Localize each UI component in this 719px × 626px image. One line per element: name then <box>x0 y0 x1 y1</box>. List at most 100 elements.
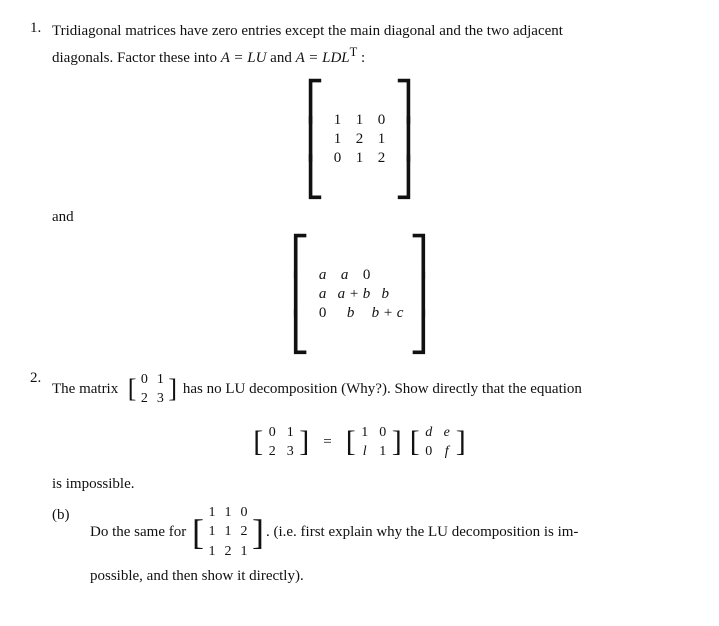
matrix-1-row-2: 0 1 2 <box>327 149 393 168</box>
m2-r2-c1: b <box>334 304 368 323</box>
m1-r0-c1: 1 <box>349 111 371 130</box>
problem-2-text: The matrix [ 0 1 2 3 ] has no LU decompo… <box>52 370 582 409</box>
part-b-line2: possible, and then show it directly). <box>90 564 689 588</box>
matrix-1-row-1: 1 2 1 <box>327 130 393 149</box>
problem-1-colon: : <box>357 50 365 66</box>
partb-r1c1: 1 <box>220 522 236 542</box>
inline-m2-r1c0: 2 <box>136 389 152 409</box>
m2-r1-c0: a <box>312 285 334 304</box>
partb-bracket-right: ] <box>252 514 264 550</box>
partb-r2c0: 1 <box>204 542 220 562</box>
partb-row2: 1 2 1 <box>204 542 252 562</box>
and-label: and <box>52 209 689 226</box>
equation-block: [ 0 1 2 3 ] = [ 1 0 <box>30 423 689 462</box>
rhs1-row0: 1 0 <box>356 423 392 443</box>
matrix-2-row-2: 0 b b + c <box>312 304 408 323</box>
lhs-row1: 2 3 <box>263 442 299 462</box>
m2-r0-c0: a <box>312 266 334 285</box>
problem-2-pre: The matrix <box>52 381 118 397</box>
matrix-2-row-0: a a 0 <box>312 266 408 285</box>
m1-r0-c0: 1 <box>327 111 349 130</box>
rhs2-row1: 0 f <box>420 442 456 462</box>
m2-r0-c1: a <box>334 266 356 285</box>
rhs1-bracket-right: ] <box>392 427 402 457</box>
problem-1-text: Tridiagonal matrices have zero entries e… <box>52 20 689 71</box>
rhs1-matrix: [ 1 0 l 1 ] <box>346 423 402 462</box>
problem-1-eq1: A = LU <box>221 50 267 66</box>
partb-r0c0: 1 <box>204 503 220 523</box>
problem-2-number: 2. <box>30 370 52 387</box>
lhs-r0c1: 1 <box>281 423 299 443</box>
problem-1-eq2: A = LDL <box>296 50 350 66</box>
partb-cells: 1 1 0 1 1 2 1 2 1 <box>204 503 252 562</box>
rhs2-r0c1: e <box>438 423 456 443</box>
inline-m2-row0: 0 1 <box>136 370 168 390</box>
m2-r0-c2: 0 <box>356 266 378 285</box>
lhs-bracket-right: ] <box>299 427 309 457</box>
inline-m2-r1c1: 3 <box>152 389 168 409</box>
matrix-1-rows: 1 1 0 1 2 1 0 1 2 <box>327 111 393 168</box>
problem-1: 1. Tridiagonal matrices have zero entrie… <box>30 20 689 352</box>
rhs1-cells: 1 0 l 1 <box>356 423 392 462</box>
partb-r2c2: 1 <box>236 542 252 562</box>
m1-r2-c1: 1 <box>349 149 371 168</box>
matrix-2-rows: a a 0 a a + b b 0 b b + c <box>312 266 408 323</box>
partb-row0: 1 1 0 <box>204 503 252 523</box>
m1-r2-c0: 0 <box>327 149 349 168</box>
rhs1-r0c1: 0 <box>374 423 392 443</box>
m2-r2-c2: b + c <box>368 304 408 323</box>
problem-1-line1: Tridiagonal matrices have zero entries e… <box>52 23 563 39</box>
rhs1-r1c0: l <box>356 442 374 462</box>
rhs1-bracket-left: [ <box>346 427 356 457</box>
inline-m2-r0c1: 1 <box>152 370 168 390</box>
lhs-cells: 0 1 2 3 <box>263 423 299 462</box>
inline-m2-r0c0: 0 <box>136 370 152 390</box>
m2-r2-c0: 0 <box>312 304 334 323</box>
equals-sign: = <box>323 434 331 451</box>
matrix-2-bracket-left: ⎡⎢⎣ <box>291 238 310 352</box>
m1-r2-c2: 2 <box>371 149 393 168</box>
lhs-r1c0: 2 <box>263 442 281 462</box>
rhs2-r1c1: f <box>438 442 456 462</box>
matrix-2-bracket-right: ⎤⎥⎦ <box>409 238 428 352</box>
is-impossible-text: is impossible. <box>52 476 689 493</box>
m1-r1-c1: 2 <box>349 130 371 149</box>
rhs1-r0c0: 1 <box>356 423 374 443</box>
part-b-label: (b) <box>52 503 90 527</box>
rhs2-r1c0: 0 <box>420 442 438 462</box>
matrix-2-row-1: a a + b b <box>312 285 408 304</box>
rhs1-row1: l 1 <box>356 442 392 462</box>
rhs2-row0: d e <box>420 423 456 443</box>
partb-r0c2: 0 <box>236 503 252 523</box>
m2-r1-c2: b <box>374 285 396 304</box>
matrix-1-wrapper: ⎡⎢⎣ 1 1 0 1 2 1 0 1 2 ⎤⎥⎦ <box>306 83 414 197</box>
problem-1-number: 1. <box>30 20 52 37</box>
m2-r1-c1: a + b <box>334 285 375 304</box>
partb-r1c0: 1 <box>204 522 220 542</box>
part-b-content: Do the same for [ 1 1 0 1 1 2 <box>90 503 689 588</box>
partb-r0c1: 1 <box>220 503 236 523</box>
rhs2-matrix: [ d e 0 f ] <box>410 423 466 462</box>
inline-matrix-2-bracket-left: [ <box>128 376 137 402</box>
matrix-1-row-0: 1 1 0 <box>327 111 393 130</box>
problem-2: 2. The matrix [ 0 1 2 3 ] has no LU deco… <box>30 370 689 588</box>
rhs2-cells: d e 0 f <box>420 423 456 462</box>
inline-matrix-2: [ 0 1 2 3 ] <box>128 370 177 409</box>
matrix-1-block: ⎡⎢⎣ 1 1 0 1 2 1 0 1 2 ⎤⎥⎦ <box>30 83 689 197</box>
matrix-1-bracket-right: ⎤⎥⎦ <box>395 83 414 197</box>
part-b-text2: . (i.e. first explain why the LU decompo… <box>266 520 578 544</box>
m1-r1-c2: 1 <box>371 130 393 149</box>
partb-matrix: [ 1 1 0 1 1 2 1 2 1 <box>192 503 264 562</box>
problem-2-post: has no LU decomposition (Why?). Show dir… <box>183 381 582 397</box>
partb-row1: 1 1 2 <box>204 522 252 542</box>
part-b: (b) Do the same for [ 1 1 0 1 1 2 <box>52 503 689 588</box>
inline-matrix-2-cells: 0 1 2 3 <box>136 370 168 409</box>
inline-m2-row1: 2 3 <box>136 389 168 409</box>
part-b-text1: Do the same for <box>90 520 186 544</box>
inline-matrix-2-bracket-right: ] <box>168 376 177 402</box>
problem-2-header: 2. The matrix [ 0 1 2 3 ] has no LU deco… <box>30 370 689 409</box>
partb-r1c2: 2 <box>236 522 252 542</box>
lhs-matrix: [ 0 1 2 3 ] <box>253 423 309 462</box>
partb-bracket-left: [ <box>192 514 204 550</box>
matrix-1-bracket-left: ⎡⎢⎣ <box>306 83 325 197</box>
